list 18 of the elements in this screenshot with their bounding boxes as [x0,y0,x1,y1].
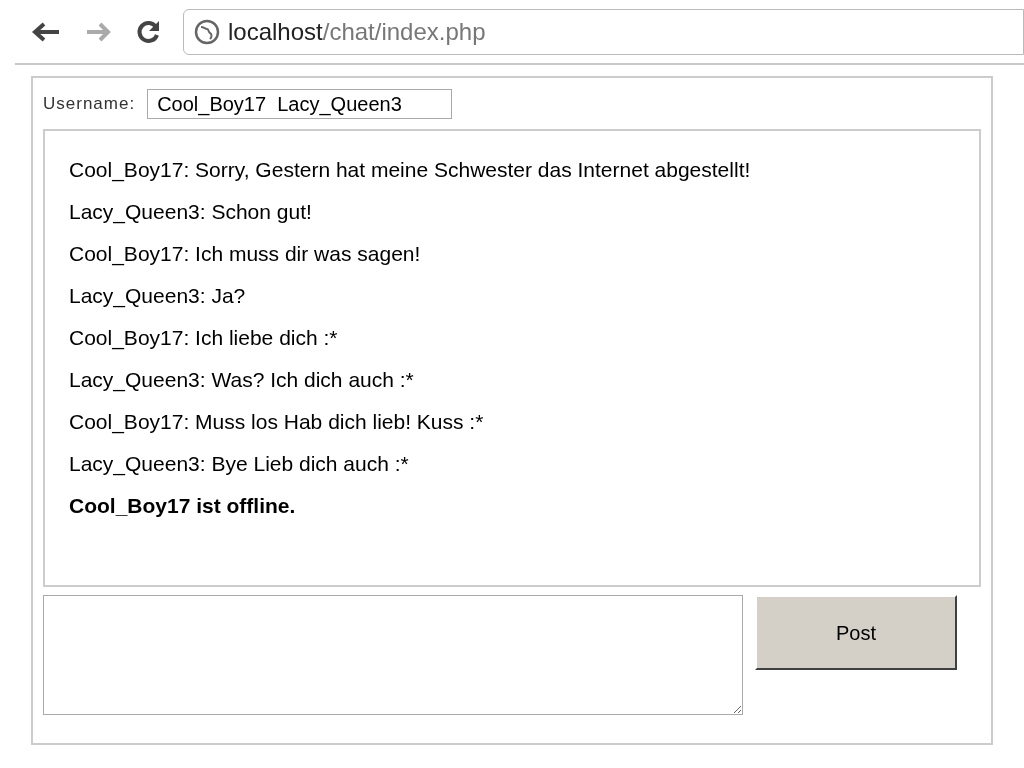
url-path: /chat/index.php [322,17,486,45]
reload-icon[interactable] [135,18,161,45]
chat-message: Cool_Boy17: Ich liebe dich :* [69,325,339,352]
chat-message: Lacy_Queen3: Ja? [69,283,247,310]
url-host: localhost [228,17,323,45]
username-label: Username: [43,92,136,115]
username-field[interactable]: Cool_Boy17 Lacy_Queen3 [147,88,453,119]
message-field[interactable] [43,595,743,715]
chat-message: Lacy_Queen3: Schon gut! [69,199,313,226]
chat-message: Lacy_Queen3: Was? Ich dich auch :* [69,367,415,394]
post-button[interactable]: Post [755,595,957,670]
chat-message: Cool_Boy17: Ich muss dir was sagen! [69,241,422,268]
address-bar[interactable]: localhost/chat/index.php [183,8,1024,55]
chat-message: Cool_Boy17: Sorry, Gestern hat meine Schwester das Internet abgestellt! [69,157,752,184]
chat-message: Lacy_Queen3: Bye Lieb dich auch :* [69,451,410,478]
status-message: Cool_Boy17 ist offline. [69,493,297,519]
back-arrow-icon[interactable] [31,20,61,43]
chat-message: Cool_Boy17: Muss los Hab dich lieb! Kuss :* [69,409,485,436]
